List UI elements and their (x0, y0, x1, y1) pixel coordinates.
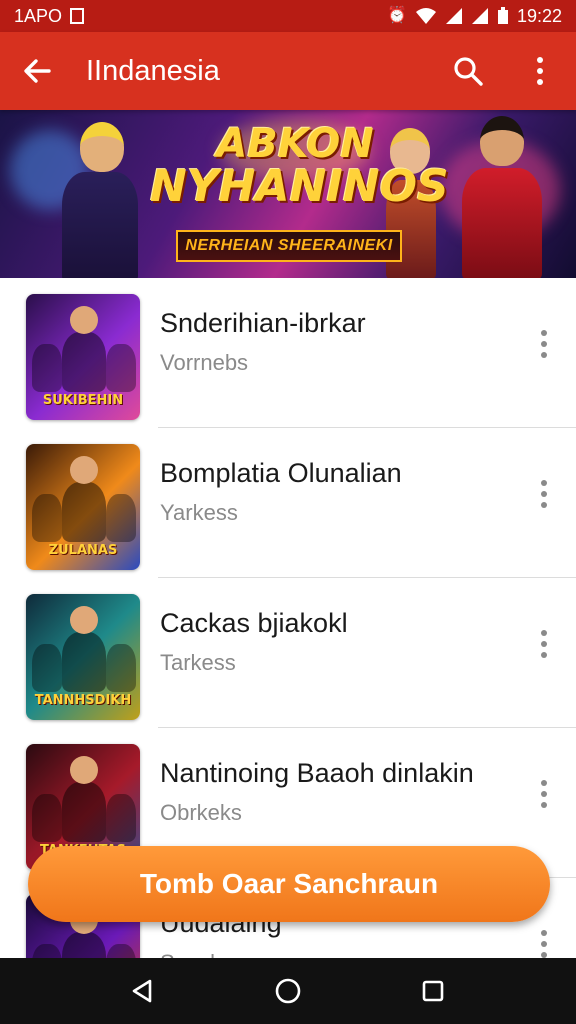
nav-home-button[interactable] (258, 961, 318, 1021)
more-vert-icon (541, 330, 547, 358)
list-item-subtitle: Tarkess (160, 650, 236, 675)
banner-title-line1: ABKON (216, 121, 374, 167)
list-item[interactable]: SUKIBEHIN Snderihian-ibrkar Vorrnebs (0, 278, 576, 428)
banner-title: ABKON NYHANINOS (150, 121, 449, 212)
more-vert-icon (541, 630, 547, 658)
wifi-icon (415, 8, 436, 24)
thumbnail-caption: ZULANAS (48, 543, 118, 558)
more-vert-icon (541, 480, 547, 508)
battery-icon (497, 7, 508, 24)
item-more-button[interactable] (526, 314, 562, 374)
list-item[interactable]: TANNHSDIKH Cackas bjiakokl Tarkess (0, 578, 576, 728)
nav-recents-button[interactable] (403, 961, 463, 1021)
list-item-title: Nantinoing Baaoh dinlakin (160, 758, 474, 788)
item-more-button[interactable] (526, 464, 562, 524)
search-button[interactable] (432, 32, 504, 110)
list-item-subtitle: Vorrnebs (160, 350, 249, 375)
search-icon (454, 57, 483, 86)
signal-icon (471, 8, 488, 24)
status-bar: 1APO ⏰ 19:22 (0, 0, 576, 32)
list-item[interactable]: ZULANAS Bomplatia Olunalian Yarkess (0, 428, 576, 578)
more-vert-icon (541, 780, 547, 808)
hero-figure-right (440, 110, 560, 278)
item-more-button[interactable] (526, 764, 562, 824)
list-item-title: Cackas bjiakokl (160, 608, 348, 638)
list-item-title: Bomplatia Olunalian (160, 458, 402, 488)
back-arrow-icon (24, 59, 51, 83)
featured-banner[interactable]: ABKON NYHANINOS NERHEIAN SHEERAINEKI (0, 110, 576, 278)
item-more-button[interactable] (526, 614, 562, 674)
nav-back-icon (132, 979, 151, 1003)
carrier-label: 1APO (14, 5, 63, 26)
game-thumbnail: ZULANAS (26, 444, 140, 570)
primary-action-button[interactable]: Tomb Oaar Sanchraun (28, 846, 550, 922)
more-vert-icon (537, 57, 543, 85)
alarm-icon: ⏰ (387, 7, 407, 24)
list-item-subtitle: Yarkess (160, 500, 238, 525)
thumbnail-caption: SUKIBEHIN (42, 393, 124, 408)
app-bar: IIndanesia (0, 32, 576, 110)
back-button[interactable] (0, 32, 74, 110)
signal-icon (445, 8, 462, 24)
nav-home-icon (275, 978, 301, 1004)
list-item-title: Snderihian-ibrkar (160, 308, 366, 338)
list-item-subtitle: Obrkeks (160, 800, 242, 825)
banner-subtitle: NERHEIAN SHEERAINEKI (176, 230, 402, 262)
hero-figure-left (40, 110, 160, 278)
page-title: IIndanesia (86, 54, 220, 87)
item-more-button[interactable] (526, 914, 562, 958)
nav-back-button[interactable] (113, 961, 173, 1021)
sim-icon (70, 8, 85, 24)
list-item-subtitle: Saasksa (160, 950, 244, 958)
game-thumbnail: TANNHSDIKH (26, 594, 140, 720)
banner-title-line2: NYHANINOS (150, 161, 449, 212)
more-options-button[interactable] (504, 32, 576, 110)
nav-recents-icon (423, 980, 444, 1002)
game-thumbnail: SUKIBEHIN (26, 294, 140, 420)
clock-label: 19:22 (516, 5, 562, 26)
thumbnail-caption: TANNHSDIKH (34, 693, 132, 708)
system-nav-bar (0, 958, 576, 1024)
more-vert-icon (541, 930, 547, 958)
